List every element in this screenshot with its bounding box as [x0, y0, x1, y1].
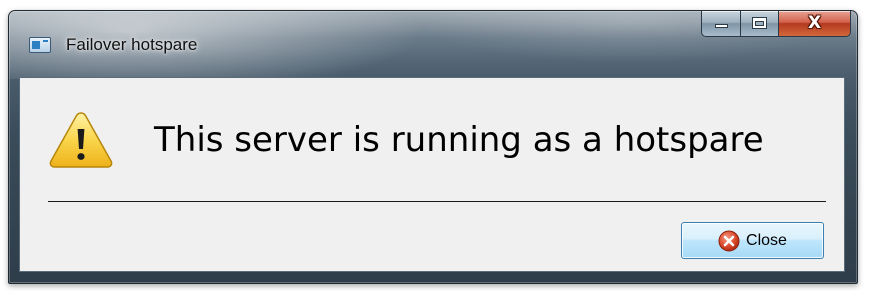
- maximize-icon: [752, 17, 767, 29]
- caption-buttons: X: [701, 11, 851, 39]
- close-circle-icon: [718, 230, 740, 251]
- app-window-icon[interactable]: [29, 37, 51, 53]
- close-button[interactable]: Close: [681, 222, 824, 259]
- divider: [48, 201, 826, 202]
- warning-icon: [49, 112, 113, 168]
- maximize-button[interactable]: [741, 11, 779, 37]
- close-button-label: Close: [746, 231, 787, 249]
- window-close-button[interactable]: X: [779, 11, 851, 37]
- dialog-message: This server is running as a hotspare: [154, 120, 764, 160]
- window-title: Failover hotspare: [66, 35, 198, 54]
- title-bar[interactable]: Failover hotspare X: [9, 11, 857, 79]
- minimize-icon: [715, 24, 728, 28]
- minimize-button[interactable]: [701, 11, 741, 37]
- close-icon: X: [807, 13, 822, 33]
- dialog-body: This server is running as a hotspare Clo…: [19, 77, 845, 272]
- dialog-window: Failover hotspare X This server is runni…: [8, 10, 858, 284]
